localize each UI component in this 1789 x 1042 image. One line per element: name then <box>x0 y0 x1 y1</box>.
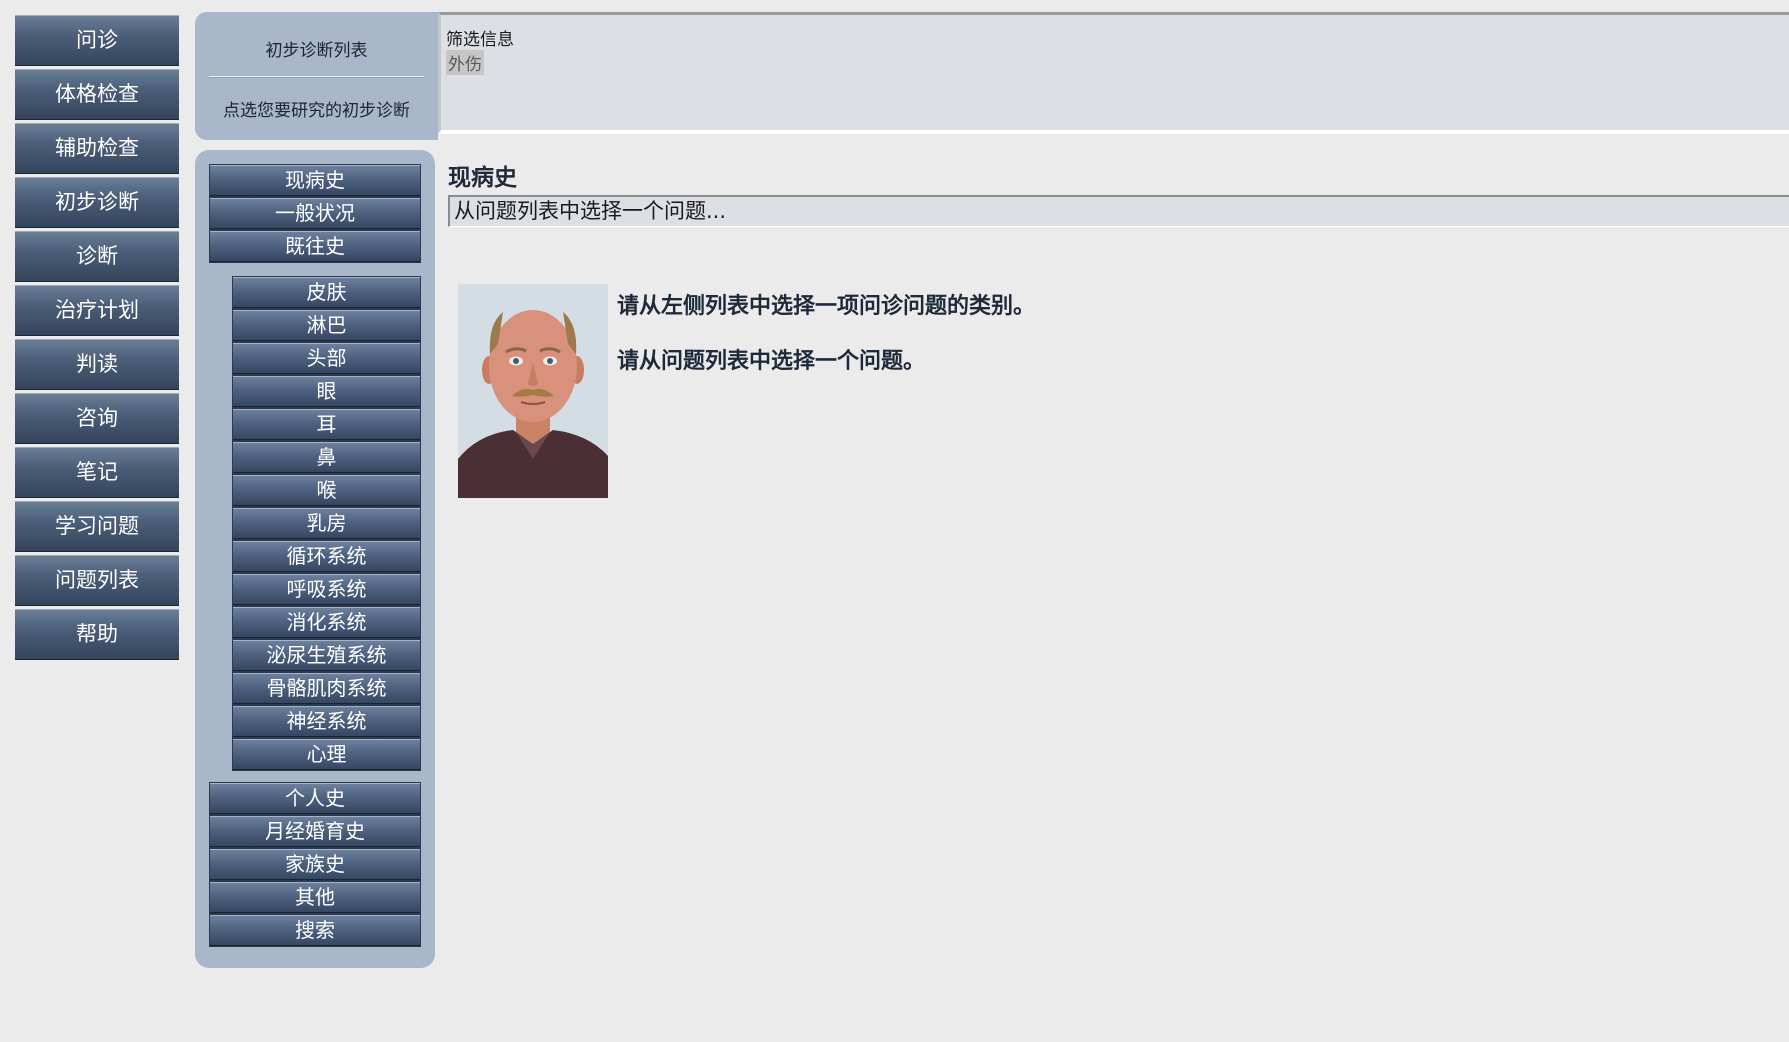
category-item: 皮肤 <box>233 277 420 308</box>
nav-button-interpretation[interactable]: 判读 <box>15 339 179 390</box>
category-item: 眼 <box>233 376 420 407</box>
category-item: 喉 <box>233 475 420 506</box>
panel-divider <box>209 76 424 78</box>
category-button-lymph[interactable]: 淋巴 <box>233 310 420 341</box>
main-nav-item-auxiliary-exam: 辅助检查 <box>15 123 179 174</box>
category-button-respiratory[interactable]: 呼吸系统 <box>233 574 420 605</box>
category-button-throat[interactable]: 喉 <box>233 475 420 506</box>
category-button-digestive[interactable]: 消化系统 <box>233 607 420 638</box>
filter-info-area: 筛选信息 外伤 <box>438 12 1789 134</box>
nav-button-preliminary-diagnosis[interactable]: 初步诊断 <box>15 177 179 228</box>
category-button-nose[interactable]: 鼻 <box>233 442 420 473</box>
category-item: 骨骼肌肉系统 <box>233 673 420 704</box>
main-nav-item-problem-list: 问题列表 <box>15 555 179 606</box>
category-button-psychology[interactable]: 心理 <box>233 739 420 770</box>
category-item: 既往史 <box>210 231 420 262</box>
main-nav: 问诊 体格检查 辅助检查 初步诊断 诊断 治疗计划 判读 咨询 笔记 学习问题 … <box>15 15 179 663</box>
nav-button-diagnosis[interactable]: 诊断 <box>15 231 179 282</box>
preliminary-diagnosis-hint: 点选您要研究的初步诊断 <box>223 101 410 121</box>
nav-button-consultation[interactable]: 咨询 <box>15 393 179 444</box>
category-item: 家族史 <box>210 849 420 880</box>
category-item: 呼吸系统 <box>233 574 420 605</box>
category-item: 淋巴 <box>233 310 420 341</box>
category-button-head[interactable]: 头部 <box>233 343 420 374</box>
category-button-general-condition[interactable]: 一般状况 <box>210 198 420 229</box>
category-item: 心理 <box>233 739 420 770</box>
main-nav-item-diagnosis: 诊断 <box>15 231 179 282</box>
inquiry-category-panel: 现病史 一般状况 既往史 皮肤 淋巴 头部 眼 耳 鼻 喉 乳房 循环系统 呼吸… <box>195 150 435 968</box>
nav-button-help[interactable]: 帮助 <box>15 609 179 660</box>
category-item: 循环系统 <box>233 541 420 572</box>
category-button-family-history[interactable]: 家族史 <box>210 849 420 880</box>
main-nav-item-learning-issues: 学习问题 <box>15 501 179 552</box>
main-nav-item-consultation: 咨询 <box>15 393 179 444</box>
category-item: 神经系统 <box>233 706 420 737</box>
category-item: 搜索 <box>210 915 420 946</box>
category-item: 耳 <box>233 409 420 440</box>
main-nav-item-preliminary-diagnosis: 初步诊断 <box>15 177 179 228</box>
category-button-genitourinary[interactable]: 泌尿生殖系统 <box>233 640 420 671</box>
nav-button-learning-issues[interactable]: 学习问题 <box>15 501 179 552</box>
category-button-other[interactable]: 其他 <box>210 882 420 913</box>
category-button-nervous[interactable]: 神经系统 <box>233 706 420 737</box>
main-nav-item-interpretation: 判读 <box>15 339 179 390</box>
main-nav-item-inquiry: 问诊 <box>15 15 179 66</box>
category-button-circulatory[interactable]: 循环系统 <box>233 541 420 572</box>
category-item: 鼻 <box>233 442 420 473</box>
main-nav-item-help: 帮助 <box>15 609 179 660</box>
category-item: 一般状况 <box>210 198 420 229</box>
category-item: 现病史 <box>210 165 420 196</box>
category-item: 头部 <box>233 343 420 374</box>
nav-button-auxiliary-exam[interactable]: 辅助检查 <box>15 123 179 174</box>
category-button-skin[interactable]: 皮肤 <box>233 277 420 308</box>
question-select-dropdown[interactable]: 从问题列表中选择一个问题... <box>448 195 1789 227</box>
category-button-past-history[interactable]: 既往史 <box>210 231 420 262</box>
category-button-present-illness[interactable]: 现病史 <box>210 165 420 196</box>
category-button-personal-history[interactable]: 个人史 <box>210 783 420 814</box>
category-group-systems: 皮肤 淋巴 头部 眼 耳 鼻 喉 乳房 循环系统 呼吸系统 消化系统 泌尿生殖系… <box>233 277 420 772</box>
instruction-select-question: 请从问题列表中选择一个问题。 <box>617 349 926 374</box>
instruction-select-category: 请从左侧列表中选择一项问诊问题的类别。 <box>617 294 1036 319</box>
patient-portrait-image <box>458 284 608 498</box>
category-button-ear[interactable]: 耳 <box>233 409 420 440</box>
main-nav-item-physical-exam: 体格检查 <box>15 69 179 120</box>
category-item: 泌尿生殖系统 <box>233 640 420 671</box>
category-button-search[interactable]: 搜索 <box>210 915 420 946</box>
category-button-musculoskeletal[interactable]: 骨骼肌肉系统 <box>233 673 420 704</box>
nav-button-inquiry[interactable]: 问诊 <box>15 15 179 66</box>
nav-button-treatment-plan[interactable]: 治疗计划 <box>15 285 179 336</box>
section-title: 现病史 <box>448 165 517 191</box>
filter-info-label: 筛选信息 <box>446 30 514 50</box>
category-group-history: 现病史 一般状况 既往史 <box>210 165 420 264</box>
category-button-breast[interactable]: 乳房 <box>233 508 420 539</box>
preliminary-diagnosis-panel: 初步诊断列表 点选您要研究的初步诊断 <box>195 12 438 140</box>
nav-button-notes[interactable]: 笔记 <box>15 447 179 498</box>
patient-photo <box>458 284 608 498</box>
category-item: 消化系统 <box>233 607 420 638</box>
preliminary-diagnosis-list-link[interactable]: 初步诊断列表 <box>195 36 438 61</box>
nav-button-problem-list[interactable]: 问题列表 <box>15 555 179 606</box>
category-group-other-history: 个人史 月经婚育史 家族史 其他 搜索 <box>210 783 420 948</box>
main-nav-item-treatment-plan: 治疗计划 <box>15 285 179 336</box>
category-item: 乳房 <box>233 508 420 539</box>
category-item: 个人史 <box>210 783 420 814</box>
nav-button-physical-exam[interactable]: 体格检查 <box>15 69 179 120</box>
category-button-menstrual-marital-history[interactable]: 月经婚育史 <box>210 816 420 847</box>
main-nav-item-notes: 笔记 <box>15 447 179 498</box>
category-button-eye[interactable]: 眼 <box>233 376 420 407</box>
filter-tag-trauma[interactable]: 外伤 <box>446 50 484 75</box>
category-item: 其他 <box>210 882 420 913</box>
category-item: 月经婚育史 <box>210 816 420 847</box>
